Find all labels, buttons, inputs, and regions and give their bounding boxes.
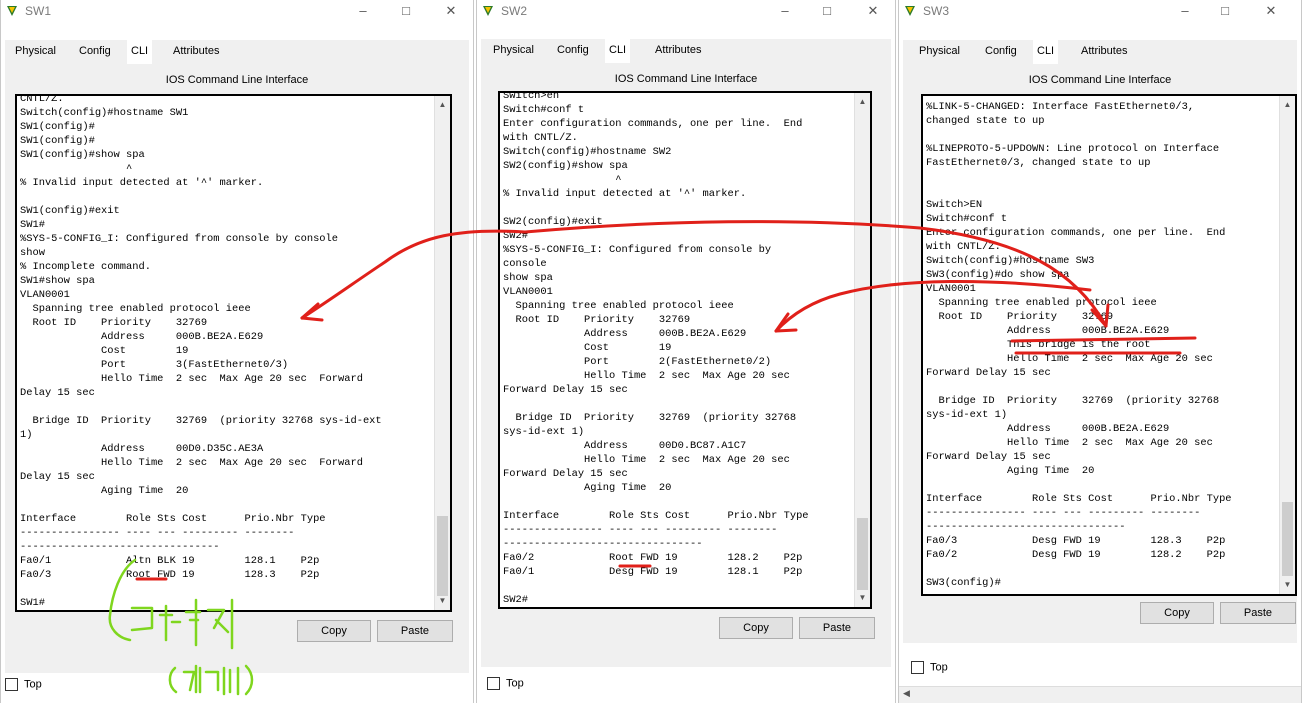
panel-title: IOS Command Line Interface [1028,74,1172,86]
tab-cli[interactable]: CLI [605,39,631,65]
window-title: SW2 [501,4,528,18]
tab-physical[interactable]: Physical [11,40,60,64]
tab-cli[interactable]: CLI [1033,40,1059,66]
terminal-text: Switch>en Switch#conf t Enter configurat… [503,91,809,606]
maximize-icon[interactable]: □ [817,2,837,20]
tab-physical[interactable]: Physical [915,40,964,64]
top-label: Top [24,678,42,691]
tab-label: Physical [919,45,960,57]
top-label: Top [506,677,524,690]
terminal-scrollbar[interactable]: ▲ ▼ [1279,96,1295,594]
tab-label: Physical [15,45,56,57]
tab-attributes[interactable]: Attributes [1077,40,1131,64]
paste-button[interactable]: Paste [1220,602,1296,624]
scroll-up-icon[interactable]: ▲ [435,98,450,112]
tab-label: Config [79,45,111,57]
tab-label: CLI [609,44,627,56]
tab-config[interactable]: Config [75,40,115,64]
tab-label: Attributes [655,44,702,56]
window-title: SW1 [25,4,52,18]
top-checkbox[interactable]: Top [911,661,948,674]
packet-tracer-app-icon [905,6,915,16]
scroll-down-icon[interactable]: ▼ [855,591,870,605]
scroll-thumb[interactable] [857,518,868,590]
scroll-down-icon[interactable]: ▼ [435,594,450,608]
terminal-output[interactable]: %LINK-5-CHANGED: Interface FastEthernet0… [921,94,1297,596]
close-icon[interactable]: ✕ [863,2,883,20]
tab-label: CLI [131,45,149,57]
packet-tracer-app-icon [7,6,17,16]
top-checkbox[interactable]: Top [5,678,42,691]
tab-attributes[interactable]: Attributes [169,40,223,64]
terminal-output[interactable]: Switch>en Switch#conf t Enter configurat… [498,91,872,609]
paste-button[interactable]: Paste [377,620,453,642]
checkbox-box[interactable] [911,661,924,674]
tab-label: Config [985,45,1017,57]
terminal-scrollbar[interactable]: ▲ ▼ [854,93,870,607]
top-label: Top [930,661,948,674]
maximize-icon[interactable]: □ [396,2,416,20]
tab-label: Attributes [173,45,220,57]
cli-panel: IOS Command Line Interface CNTL/Z. Switc… [5,64,469,673]
copy-button[interactable]: Copy [719,617,793,639]
terminal-text: CNTL/Z. Switch(config)#hostname SW1 SW1(… [20,94,382,609]
tab-label: Physical [493,44,534,56]
terminal-text: %LINK-5-CHANGED: Interface FastEthernet0… [926,101,1232,589]
checkbox-box[interactable] [5,678,18,691]
minimize-icon[interactable]: – [1175,2,1195,20]
close-icon[interactable]: ✕ [441,2,461,20]
maximize-icon[interactable]: □ [1215,2,1235,20]
window-title: SW3 [923,4,950,18]
close-icon[interactable]: ✕ [1261,2,1281,20]
panel-title: IOS Command Line Interface [614,73,758,85]
tab-config[interactable]: Config [553,39,593,63]
sw2-title-bar[interactable]: SW2 – □ ✕ [477,0,895,24]
paste-button[interactable]: Paste [799,617,875,639]
scroll-down-icon[interactable]: ▼ [1280,578,1295,592]
checkbox-box[interactable] [487,677,500,690]
scroll-up-icon[interactable]: ▲ [855,95,870,109]
packet-tracer-app-icon [483,6,493,16]
scroll-thumb[interactable] [437,516,448,596]
sw3-title-bar[interactable]: SW3 – □ ✕ [899,0,1301,24]
minimize-icon[interactable]: – [775,2,795,20]
tab-label: Config [557,44,589,56]
sw2-window: SW2 – □ ✕ Physical Config CLI Attributes… [476,0,896,703]
sw1-title-bar[interactable]: SW1 – □ ✕ [1,0,473,24]
top-checkbox[interactable]: Top [487,677,524,690]
horizontal-scrollbar[interactable]: ◀ [899,686,1301,703]
tab-label: CLI [1037,45,1055,57]
copy-button[interactable]: Copy [297,620,371,642]
tab-attributes[interactable]: Attributes [651,39,705,63]
minimize-icon[interactable]: – [353,2,373,20]
panel-title: IOS Command Line Interface [165,74,309,86]
tab-config[interactable]: Config [981,40,1021,64]
tab-label: Attributes [1081,45,1128,57]
cli-panel: IOS Command Line Interface Switch>en Swi… [481,63,891,667]
sw1-window: SW1 – □ ✕ Physical Config CLI Attributes… [0,0,474,703]
scroll-up-icon[interactable]: ▲ [1280,98,1295,112]
terminal-output[interactable]: CNTL/Z. Switch(config)#hostname SW1 SW1(… [15,94,452,612]
sw3-window: SW3 – □ ✕ Physical Config CLI Attributes… [898,0,1302,703]
scroll-thumb[interactable] [1282,502,1293,576]
tab-cli[interactable]: CLI [127,40,153,66]
tab-physical[interactable]: Physical [489,39,538,63]
terminal-scrollbar[interactable]: ▲ ▼ [434,96,450,610]
copy-button[interactable]: Copy [1140,602,1214,624]
cli-panel: IOS Command Line Interface %LINK-5-CHANG… [903,64,1297,643]
scroll-left-icon[interactable]: ◀ [903,688,910,699]
